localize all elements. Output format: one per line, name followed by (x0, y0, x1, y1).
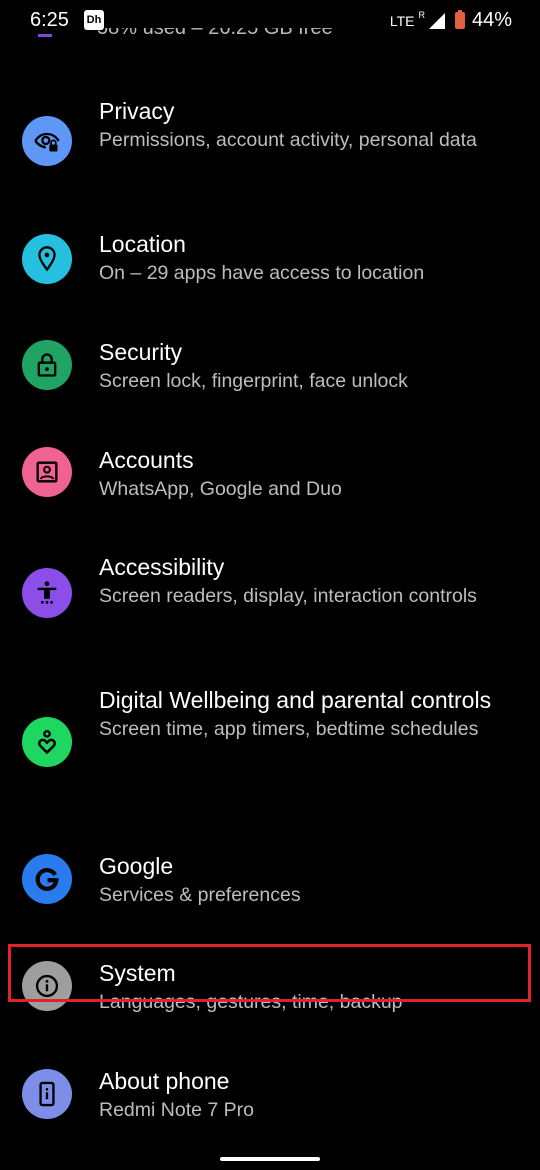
item-subtitle: Services & preferences (99, 884, 301, 906)
item-subtitle: Redmi Note 7 Pro (99, 1099, 254, 1121)
item-title: Google (99, 853, 174, 879)
status-time: 6:25 (30, 9, 69, 31)
gesture-nav-bar[interactable] (220, 1157, 320, 1161)
settings-item-digital-wellbeing[interactable]: Digital Wellbeing and parental controls … (0, 684, 540, 814)
settings-item-security[interactable]: Security Screen lock, fingerprint, face … (0, 336, 540, 416)
privacy-eye-lock-icon (22, 116, 72, 166)
settings-item-accounts[interactable]: Accounts WhatsApp, Google and Duo (0, 444, 540, 524)
storage-icon (38, 34, 52, 37)
location-pin-icon (22, 234, 72, 284)
item-title: Accessibility (99, 554, 225, 580)
roaming-indicator: R (418, 9, 425, 20)
settings-item-accessibility[interactable]: Accessibility Screen readers, display, i… (0, 551, 540, 651)
notification-app-icon: Dh (84, 10, 104, 30)
battery-percent: 44% (471, 9, 512, 31)
item-subtitle: Screen lock, fingerprint, face unlock (99, 370, 408, 392)
network-type: LTE (389, 12, 415, 29)
wellbeing-heart-icon (22, 717, 72, 767)
signal-icon (428, 12, 445, 29)
lock-icon (22, 340, 72, 390)
account-box-icon (22, 447, 72, 497)
google-g-icon (22, 854, 72, 904)
item-subtitle: Screen readers, display, interaction con… (99, 585, 477, 607)
item-subtitle: Permissions, account activity, personal … (99, 129, 477, 151)
item-title: Location (99, 231, 186, 257)
item-title: Digital Wellbeing and parental controls (99, 687, 492, 713)
item-title: Privacy (99, 98, 175, 124)
settings-item-location[interactable]: Location On – 29 apps have access to loc… (0, 228, 540, 308)
settings-item-privacy[interactable]: Privacy Permissions, account activity, p… (0, 92, 540, 192)
highlight-box (8, 944, 531, 1002)
accessibility-icon (22, 568, 72, 618)
item-subtitle: On – 29 apps have access to location (99, 262, 425, 284)
battery-icon (454, 10, 465, 29)
item-title: Security (99, 339, 183, 365)
item-title: Accounts (99, 447, 194, 473)
storage-summary-cutoff: 58% used – 26.25 GB free (97, 28, 333, 39)
settings-item-google[interactable]: Google Services & preferences (0, 850, 540, 930)
item-subtitle: WhatsApp, Google and Duo (99, 478, 342, 500)
item-title: About phone (99, 1068, 230, 1094)
item-subtitle: Screen time, app timers, bedtime schedul… (99, 718, 479, 740)
settings-item-about-phone[interactable]: About phone Redmi Note 7 Pro (0, 1065, 540, 1145)
phone-info-icon (22, 1069, 72, 1119)
